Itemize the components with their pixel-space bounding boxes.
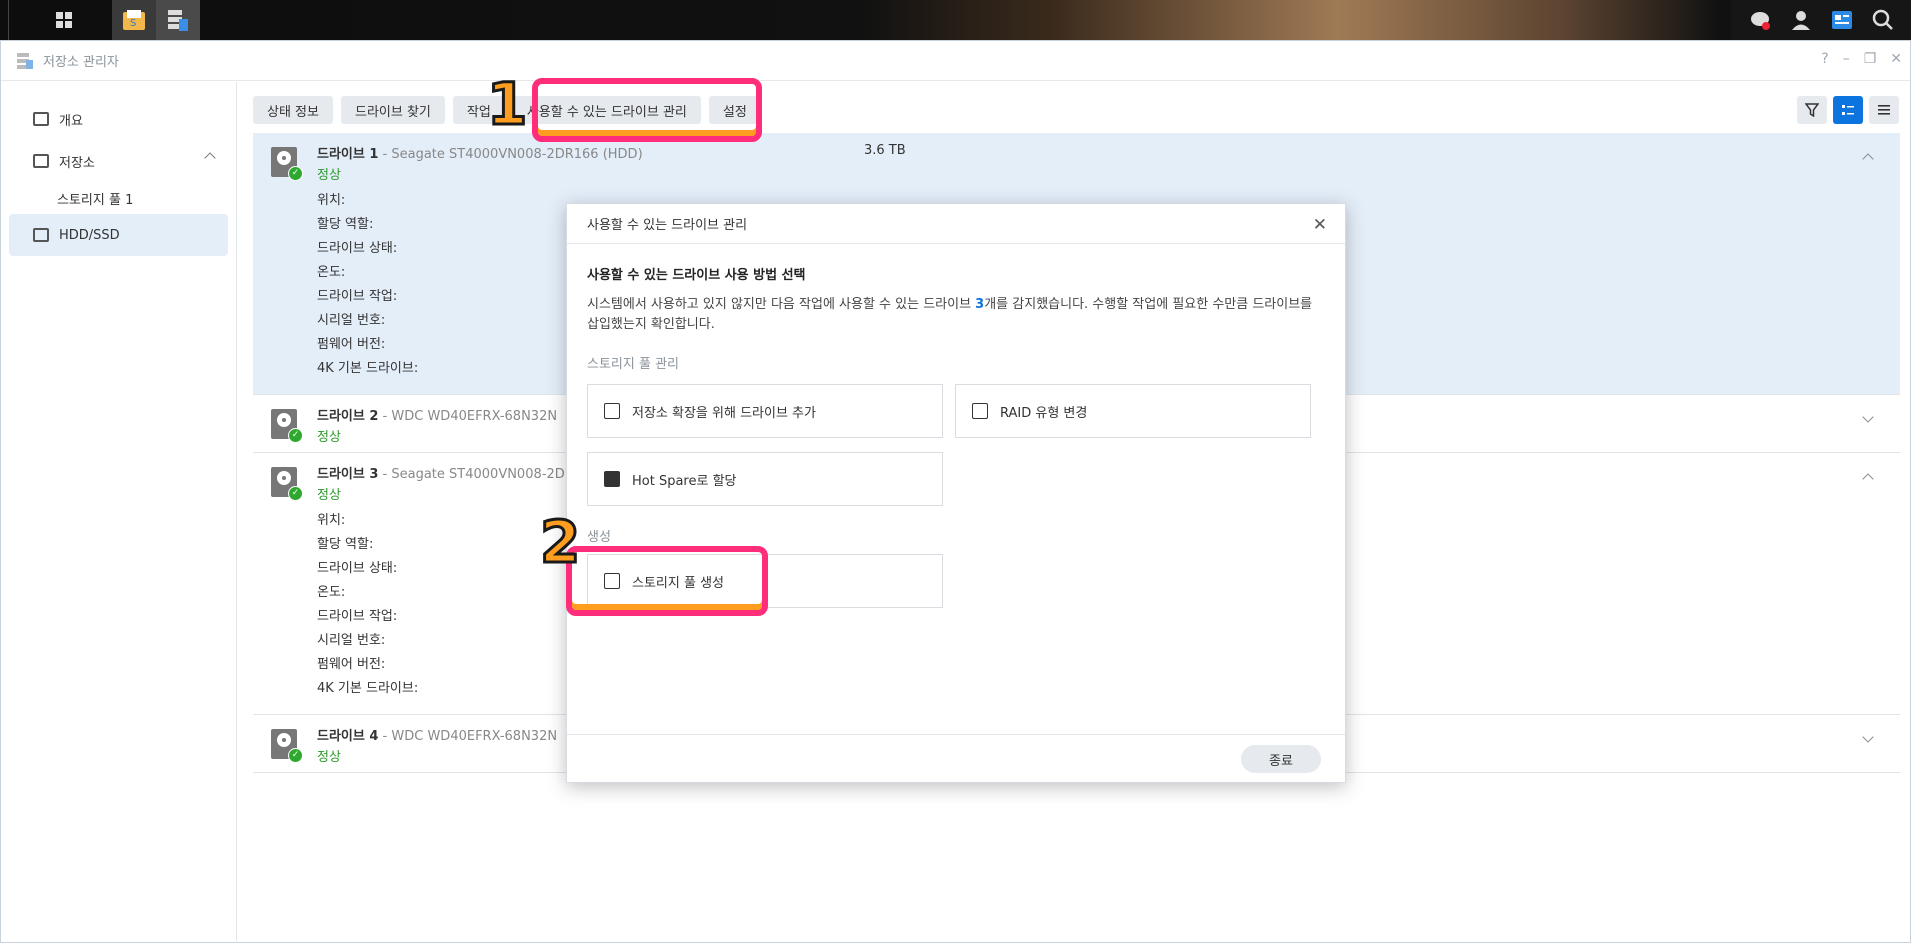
prop-label: 드라이브 상태: xyxy=(317,241,398,256)
prop-label: 펌웨어 버전: xyxy=(317,337,386,352)
prop-label: 시리얼 번호: xyxy=(317,313,386,328)
help-icon[interactable]: ? xyxy=(1821,51,1828,67)
prop-label: 드라이브 상태: xyxy=(317,561,398,576)
filter-button[interactable] xyxy=(1797,96,1827,124)
storage-manager-taskbar-button[interactable] xyxy=(156,0,200,40)
drive-name: 드라이브 2 xyxy=(317,409,379,424)
close-button[interactable]: 종료 xyxy=(1241,745,1321,773)
sidebar-item-label: 저장소 xyxy=(59,155,95,171)
storage-manager-icon xyxy=(17,52,33,69)
svg-text:S: S xyxy=(130,18,136,29)
drive-model: - WDC WD40EFRX-68N32N xyxy=(378,409,558,424)
highlight-box-step-2 xyxy=(566,546,768,616)
taskbar-tray xyxy=(1731,0,1911,40)
filter-icon xyxy=(1805,103,1819,117)
prop-label: 4K 기본 드라이브: xyxy=(317,361,419,376)
chevron-down-icon[interactable] xyxy=(1862,731,1874,743)
package-center-taskbar-button[interactable]: S xyxy=(112,0,156,40)
sidebar-item-storage-pool-1[interactable]: 스토리지 풀 1 xyxy=(9,182,228,214)
prop-label: 할당 역할: xyxy=(317,537,374,552)
add-drive-option[interactable]: 저장소 확장을 위해 드라이브 추가 xyxy=(587,384,943,438)
sidebar-item-overview[interactable]: 개요 xyxy=(9,98,228,140)
chevron-up-icon[interactable] xyxy=(204,152,216,164)
prop-label: 할당 역할: xyxy=(317,217,374,232)
hot-spare-icon xyxy=(604,471,620,487)
prop-label: 펌웨어 버전: xyxy=(317,657,386,672)
package-icon: S xyxy=(123,10,145,30)
highlight-box-step-1 xyxy=(532,78,762,142)
window-titlebar: 저장소 관리자 ? – ❐ ✕ xyxy=(1,41,1910,81)
sidebar-item-label: 개요 xyxy=(59,113,83,129)
expand-icon xyxy=(604,403,620,419)
grid-icon xyxy=(56,12,72,28)
chevron-up-icon[interactable] xyxy=(1862,153,1874,165)
drive-name: 드라이브 3 xyxy=(317,467,379,482)
prop-label: 드라이브 작업: xyxy=(317,609,398,624)
sidebar-item-storage[interactable]: 저장소 xyxy=(9,140,228,182)
drive-status: 정상 xyxy=(317,750,341,765)
drive-status: 정상 xyxy=(317,430,341,445)
step-number-1: 1 xyxy=(485,69,528,140)
prop-label: 위치: xyxy=(317,193,346,208)
raid-icon xyxy=(972,403,988,419)
section-label-create: 생성 xyxy=(587,530,611,545)
prop-label: 온도: xyxy=(317,265,346,280)
drive-properties: 위치: 할당 역할: 드라이브 상태: 온도: 드라이브 작업: 시리얼 번호:… xyxy=(317,189,418,381)
sidebar-item-label: 스토리지 풀 1 xyxy=(57,192,134,208)
change-raid-option[interactable]: RAID 유형 변경 xyxy=(955,384,1311,438)
chevron-up-icon[interactable] xyxy=(1862,473,1874,485)
list-view-button[interactable] xyxy=(1869,96,1899,124)
chevron-down-icon[interactable] xyxy=(1862,411,1874,423)
section-label-pool: 스토리지 풀 관리 xyxy=(587,357,679,372)
prop-label: 4K 기본 드라이브: xyxy=(317,681,419,696)
minimize-icon[interactable]: – xyxy=(1843,51,1850,67)
drive-status: 정상 xyxy=(317,168,341,183)
sidebar: 개요 저장소 스토리지 풀 1 HDD/SSD xyxy=(1,82,237,943)
window-title: 저장소 관리자 xyxy=(43,55,119,70)
search-icon[interactable] xyxy=(1872,9,1894,31)
manage-drives-dialog: 사용할 수 있는 드라이브 관리 ✕ 사용할 수 있는 드라이브 사용 방법 선… xyxy=(566,203,1346,783)
hot-spare-option[interactable]: Hot Spare로 할당 xyxy=(587,452,943,506)
drive-model: - WDC WD40EFRX-68N32N xyxy=(378,729,558,744)
storage-icon xyxy=(33,154,49,168)
hdd-icon xyxy=(33,228,49,242)
hdd-icon: ✓ xyxy=(271,147,303,181)
main-menu-button[interactable] xyxy=(8,0,120,40)
prop-label: 온도: xyxy=(317,585,346,600)
drive-model: - Seagate ST4000VN008-2DR166 (HDD) xyxy=(378,147,643,162)
drive-status: 정상 xyxy=(317,488,341,503)
drive-name: 드라이브 4 xyxy=(317,729,379,744)
drive-properties: 위치: 할당 역할: 드라이브 상태: 온도: 드라이브 작업: 시리얼 번호:… xyxy=(317,509,418,701)
hdd-icon: ✓ xyxy=(271,467,303,501)
taskbar: S xyxy=(0,0,1911,40)
step-number-2: 2 xyxy=(538,507,581,578)
drive-name: 드라이브 1 xyxy=(317,147,379,162)
prop-label: 위치: xyxy=(317,513,346,528)
drive-size: 3.6 TB xyxy=(864,143,906,158)
hdd-icon: ✓ xyxy=(271,409,303,443)
view-toggles xyxy=(1797,96,1899,124)
maximize-icon[interactable]: ❐ xyxy=(1864,51,1877,67)
find-drive-button[interactable]: 드라이브 찾기 xyxy=(340,96,445,124)
sidebar-item-label: HDD/SSD xyxy=(59,227,120,243)
overview-icon xyxy=(33,112,49,126)
notification-icon[interactable] xyxy=(1749,9,1771,31)
dialog-description: 시스템에서 사용하고 있지 않지만 다음 작업에 사용할 수 있는 드라이브 3… xyxy=(587,297,1313,332)
hdd-icon: ✓ xyxy=(271,729,303,763)
close-icon[interactable]: ✕ xyxy=(1313,215,1327,235)
dialog-title: 사용할 수 있는 드라이브 관리 xyxy=(587,218,748,233)
dialog-heading: 사용할 수 있는 드라이브 사용 방법 선택 xyxy=(587,268,806,283)
list-icon xyxy=(1878,105,1890,115)
detail-list-icon xyxy=(1842,105,1854,115)
prop-label: 시리얼 번호: xyxy=(317,633,386,648)
widgets-icon[interactable] xyxy=(1831,9,1853,31)
storage-manager-icon xyxy=(168,10,188,31)
sidebar-item-hdd-ssd[interactable]: HDD/SSD xyxy=(9,214,228,256)
user-icon[interactable] xyxy=(1790,9,1812,31)
status-info-button[interactable]: 상태 정보 xyxy=(253,96,333,124)
prop-label: 드라이브 작업: xyxy=(317,289,398,304)
detail-view-button[interactable] xyxy=(1833,96,1863,124)
close-window-icon[interactable]: ✕ xyxy=(1890,51,1902,67)
drive-model: - Seagate ST4000VN008-2D xyxy=(378,467,565,482)
